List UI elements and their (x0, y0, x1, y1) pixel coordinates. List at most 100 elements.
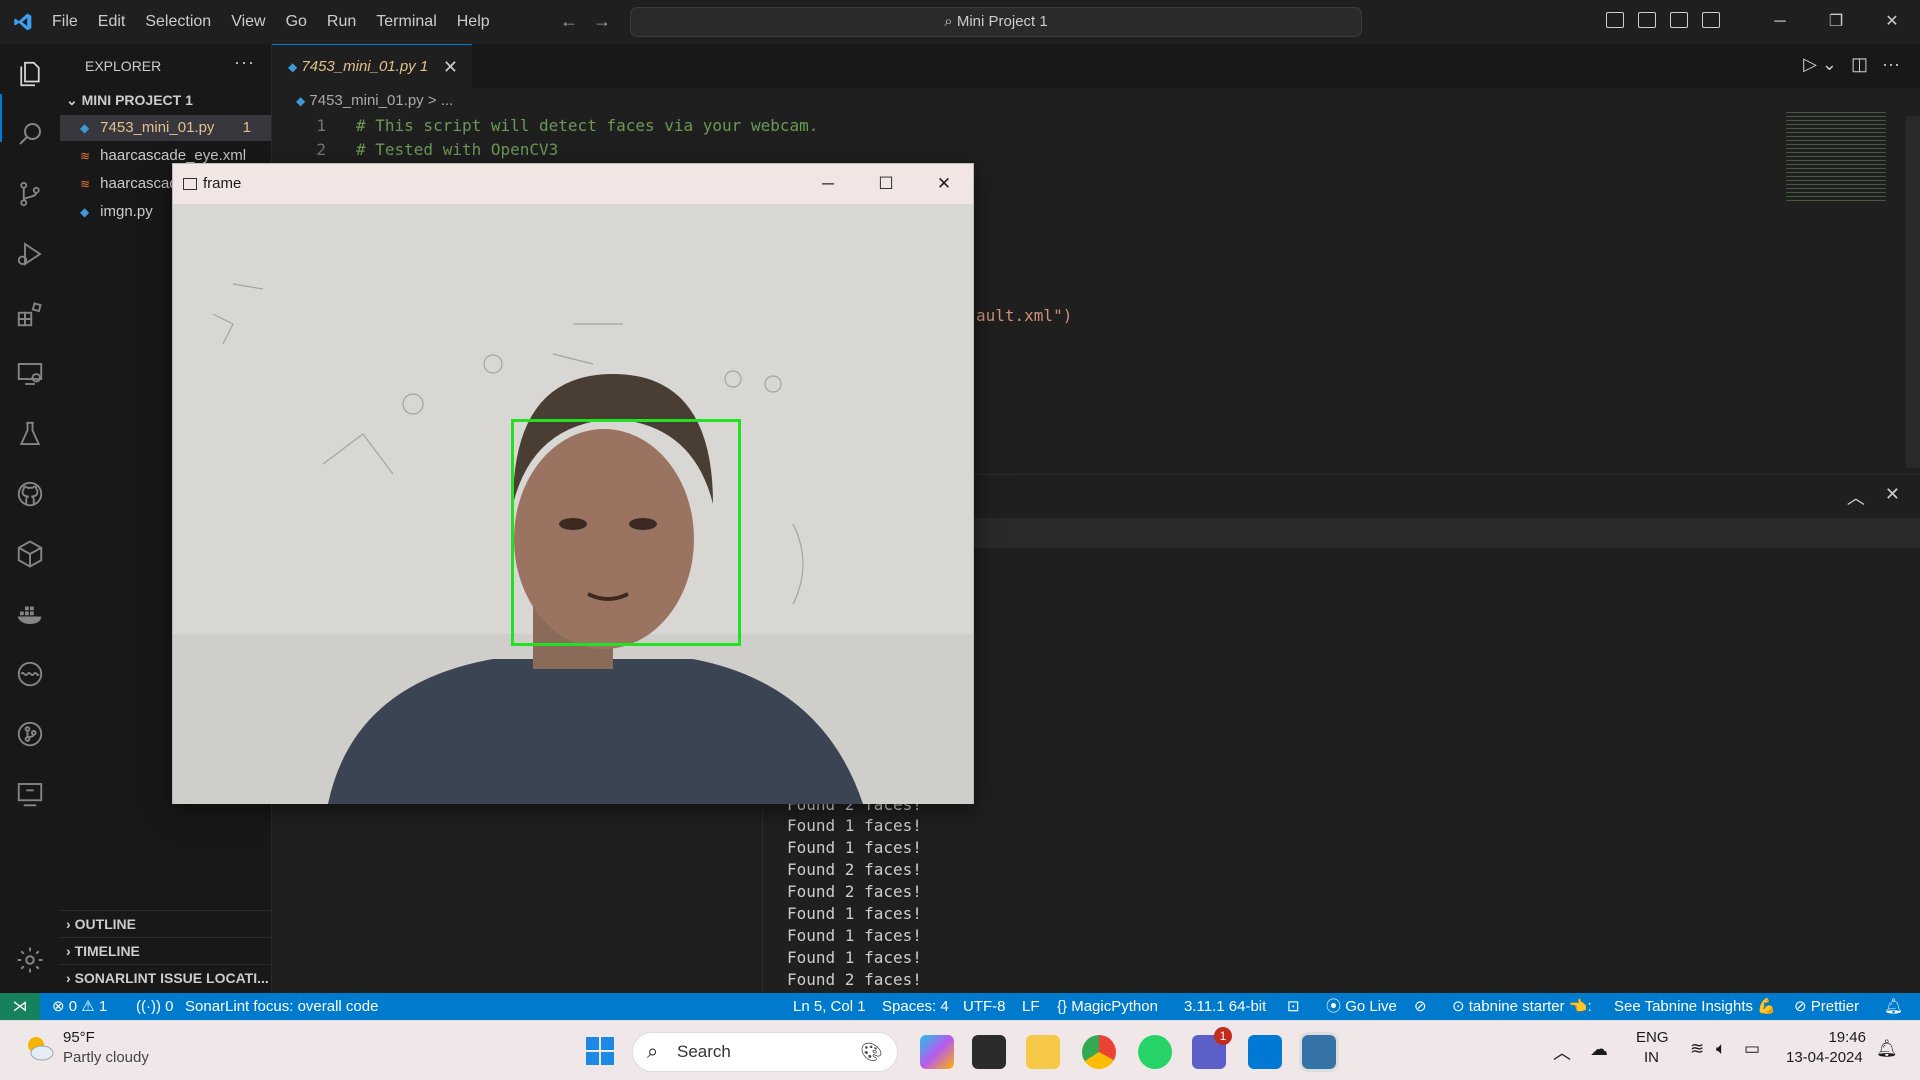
timeline-section[interactable]: › TIMELINE (60, 937, 272, 964)
copilot-icon[interactable]: ⊘ (1414, 993, 1427, 1020)
taskbar-search[interactable]: ⌕ Search 🎨︎ (632, 1032, 898, 1072)
tab-close-icon[interactable]: ✕ (443, 45, 458, 89)
menu-edit[interactable]: Edit (88, 0, 136, 44)
cursor-position[interactable]: Ln 5, Col 1 (793, 993, 866, 1020)
encoding[interactable]: UTF-8 (963, 993, 1006, 1020)
minimap[interactable] (1786, 112, 1886, 202)
teams-icon[interactable]: 1 (1192, 1027, 1232, 1069)
whatsapp-icon[interactable] (1138, 1035, 1172, 1069)
explorer-icon[interactable] (14, 58, 46, 90)
clock-time[interactable]: 19:46 (1808, 1029, 1866, 1046)
weather-description[interactable]: Partly cloudy (63, 1049, 149, 1066)
frame-maximize-icon[interactable]: ☐ (857, 164, 915, 204)
vscode-taskbar-icon[interactable] (1248, 1035, 1282, 1069)
python-interpreter[interactable]: 3.11.1 64-bit (1184, 993, 1266, 1020)
toggle-secondary-sidebar-icon[interactable] (1670, 12, 1688, 28)
close-icon[interactable]: ✕ (1864, 0, 1920, 44)
line-ending[interactable]: LF (1022, 993, 1040, 1020)
project-name: MINI PROJECT 1 (81, 92, 193, 108)
close-panel-icon[interactable]: ✕ (1885, 484, 1900, 510)
manage-gear-icon[interactable] (14, 944, 46, 976)
code-string: ault.xml") (976, 306, 1073, 325)
menu-file[interactable]: File (42, 0, 88, 44)
source-control-icon[interactable] (14, 178, 46, 210)
frame-title-bar[interactable]: frame (183, 164, 241, 204)
restore-icon[interactable]: ❐ (1808, 0, 1864, 44)
more-actions-icon[interactable]: ··· (234, 52, 255, 73)
docker-icon[interactable] (14, 598, 46, 630)
code-line-1[interactable]: 1 # This script will detect faces via you… (272, 116, 818, 135)
forward-arrow-icon[interactable]: → (593, 11, 611, 31)
tabnine-status[interactable]: ⊙ tabnine starter 👈: (1452, 993, 1592, 1020)
maximize-panel-icon[interactable]: ︿ (1847, 484, 1865, 510)
notification-bell-icon[interactable]: 🔔︎ (1876, 1039, 1898, 1059)
weather-icon[interactable] (22, 1031, 56, 1065)
frame-minimize-icon[interactable]: ─ (799, 164, 857, 204)
customize-layout-icon[interactable] (1702, 12, 1720, 28)
git-graph-icon[interactable] (14, 718, 46, 750)
back-arrow-icon[interactable]: ← (560, 11, 578, 31)
language-mode[interactable]: {} MagicPython (1057, 993, 1158, 1020)
windows-start-icon[interactable] (584, 1035, 616, 1067)
onedrive-icon[interactable]: ☁ (1590, 1039, 1608, 1060)
toggle-panel-icon[interactable] (1638, 12, 1656, 28)
notifications-bell-icon[interactable]: 🔔︎ (1884, 993, 1903, 1020)
input-language[interactable]: ENG (1636, 1029, 1669, 1046)
command-center[interactable]: ⌕ Mini Project 1 (630, 7, 1362, 37)
run-debug-icon[interactable] (14, 238, 46, 270)
minimize-icon[interactable]: ─ (1752, 0, 1808, 44)
file-7453-mini-01[interactable]: ◆ 7453_mini_01.py 1 (60, 115, 271, 141)
frame-close-icon[interactable]: ✕ (915, 164, 973, 204)
go-live-button[interactable]: ⦿ Go Live (1326, 993, 1397, 1020)
weather-temp[interactable]: 95°F (63, 1029, 95, 1046)
tabnine-insights[interactable]: See Tabnine Insights 💪 (1614, 993, 1776, 1020)
extensions-icon[interactable] (14, 298, 46, 330)
opencv-frame-window[interactable]: frame ─ ☐ ✕ (172, 163, 974, 804)
menu-run[interactable]: Run (317, 0, 366, 44)
volume-icon[interactable]: 🔈︎ (1716, 1039, 1726, 1059)
remote-explorer-icon[interactable] (14, 358, 46, 390)
chrome-icon[interactable] (1082, 1035, 1116, 1069)
search-icon: ⌕ (944, 13, 953, 30)
file-explorer-icon[interactable] (1026, 1035, 1060, 1069)
battery-icon[interactable]: ▭ (1744, 1039, 1760, 1059)
github-icon[interactable] (14, 478, 46, 510)
editor-more-icon[interactable]: ··· (1882, 54, 1900, 75)
show-hidden-icons-icon[interactable]: ︿ (1553, 1039, 1571, 1065)
chat-remote-icon[interactable] (14, 778, 46, 810)
indentation[interactable]: Spaces: 4 (882, 993, 949, 1020)
window-controls: ─ ❐ ✕ (1752, 0, 1920, 44)
menu-view[interactable]: View (221, 0, 275, 44)
menu-help[interactable]: Help (447, 0, 500, 44)
clock-date[interactable]: 13-04-2024 (1786, 1049, 1863, 1066)
search-activity-icon[interactable] (14, 118, 46, 150)
testing-icon[interactable] (14, 418, 46, 450)
live-share-icon[interactable] (14, 658, 46, 690)
sonarlint-section[interactable]: › SONARLINT ISSUE LOCATI... (60, 964, 272, 991)
menu-selection[interactable]: Selection (135, 0, 221, 44)
toggle-sidebar-icon[interactable] (1606, 12, 1624, 28)
copilot-app-icon[interactable] (920, 1035, 954, 1069)
remote-indicator-icon[interactable]: ⋊ (0, 993, 40, 1020)
split-editor-icon[interactable]: ◫ (1851, 54, 1868, 75)
tab-7453-mini-01[interactable]: ◆ 7453_mini_01.py 1 ✕ (272, 44, 472, 88)
problems-indicator[interactable]: ⊗ 0 ⚠ 1 (52, 993, 107, 1020)
menu-terminal[interactable]: Terminal (366, 0, 446, 44)
terminal-status-icon[interactable]: ⊡ (1287, 993, 1300, 1020)
run-python-icon[interactable]: ▷ ⌄ (1803, 54, 1837, 75)
wifi-icon[interactable]: ≋ (1690, 1039, 1704, 1059)
codesandbox-icon[interactable] (14, 538, 46, 570)
code-line-2[interactable]: 2 # Tested with OpenCV3 (272, 140, 558, 159)
breadcrumb[interactable]: ◆ 7453_mini_01.py > ... (296, 92, 453, 109)
task-view-icon[interactable] (972, 1035, 1006, 1069)
sonarlint-status[interactable]: SonarLint focus: overall code (185, 993, 378, 1020)
python-taskbar-icon[interactable] (1299, 1032, 1339, 1072)
terminal-line: Found 2 faces! (787, 882, 922, 901)
prettier-status[interactable]: ⊘ Prettier (1794, 993, 1859, 1020)
ports-indicator[interactable]: ((·)) 0 (136, 993, 174, 1020)
input-region[interactable]: IN (1644, 1049, 1659, 1066)
menu-go[interactable]: Go (276, 0, 317, 44)
editor-scrollbar[interactable] (1906, 116, 1920, 468)
outline-section[interactable]: › OUTLINE (60, 910, 272, 937)
project-folder[interactable]: ⌄ MINI PROJECT 1 (66, 92, 193, 109)
